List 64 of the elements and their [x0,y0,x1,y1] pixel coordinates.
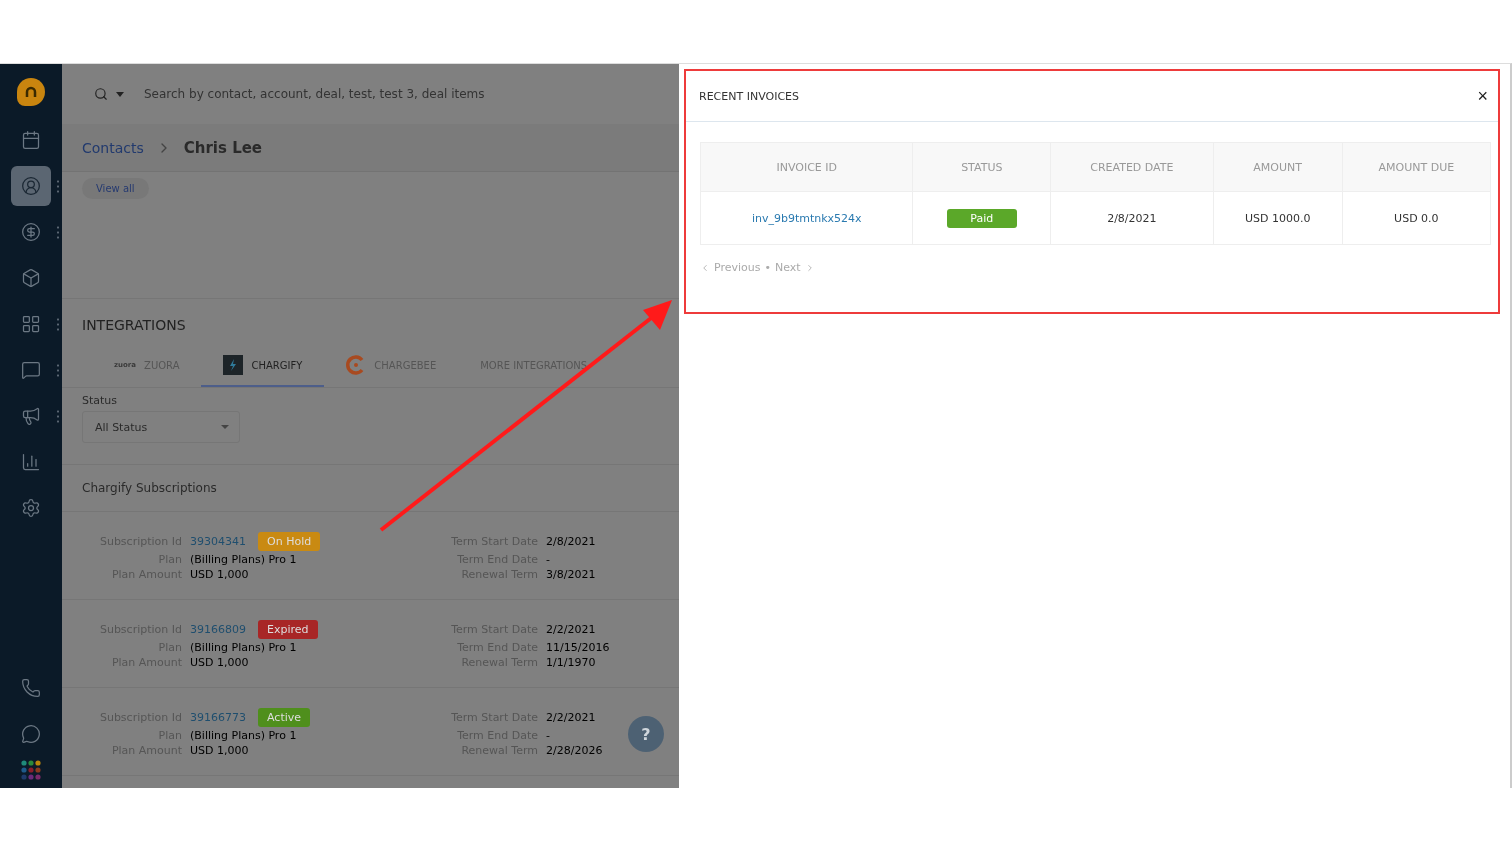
help-button[interactable]: ? [628,716,664,752]
user-icon [21,176,41,196]
chargify-logo [223,355,244,375]
view-all-button[interactable]: View all [82,178,149,199]
invoice-link[interactable]: inv_9b9tmtnkx524x [751,211,862,225]
previous-link[interactable]: Previous [700,261,761,274]
column-header: AMOUNT [1213,142,1343,192]
status-badge: On Hold [258,532,321,551]
field-value: 2/28/2026 [546,744,603,757]
field-value: - [546,553,550,566]
separator-dot: • [764,261,771,274]
field-value: 11/15/2016 [546,641,610,654]
field-label: Status [81,393,119,409]
status-badge: Active [258,708,311,727]
status-select[interactable]: All Status [82,411,240,443]
field-value: USD 1,000 [190,656,249,669]
status-badge: Expired [258,620,318,639]
subscription-id-link[interactable]: 39166773 [190,711,246,724]
search-icon[interactable] [94,87,108,101]
column-header: STATUS [913,142,1051,192]
field-value: 3/8/2021 [546,568,596,581]
close-button[interactable]: × [1473,85,1492,107]
field-value: USD 1,000 [190,568,249,581]
grid-icon [21,314,41,334]
app-logo[interactable] [17,78,45,106]
breadcrumb-link[interactable]: Contacts [82,139,144,156]
field-value: (Billing Plans) Pro 1 [190,641,297,654]
section-title: INTEGRATIONS [81,316,187,333]
chart-icon [21,452,41,472]
table-cell: USD 0.0 [1342,191,1491,245]
settings-icon [21,498,41,518]
field-value: 2/8/2021 [546,535,596,548]
chevron-left-icon [700,262,710,273]
modal-title: RECENT INVOICES [699,89,799,103]
calendar-icon [21,130,41,150]
caret-icon[interactable] [116,91,124,97]
subscription-id-link[interactable]: 39304341 [190,535,246,548]
chat-icon [21,360,41,380]
status-badge: Paid [946,208,1017,228]
field-value: 2/2/2021 [546,711,596,724]
subscriptions-title: Chargify Subscriptions [62,464,679,512]
caret-icon [221,425,229,429]
box-icon [21,268,41,288]
dollar-icon [21,222,41,242]
field-value: 1/1/1970 [546,656,596,669]
subscription-id-link[interactable]: 39166809 [190,623,246,636]
field-value: 2/2/2021 [546,623,596,636]
field-value: USD 1,000 [190,744,249,757]
field-value: - [546,729,550,742]
column-header: CREATED DATE [1050,142,1214,192]
column-header: AMOUNT DUE [1342,142,1491,192]
table-cell: 2/8/2021 [1050,191,1214,245]
breadcrumb-current: Chris Lee [183,138,263,157]
megaphone-icon [21,406,41,426]
integration-tab[interactable]: CHARGIFY [201,347,325,387]
message-icon [21,724,41,744]
search-field[interactable]: Search by contact, account, deal, test, test 3, deal items [142,86,566,102]
column-header: INVOICE ID [700,142,913,192]
field-value: (Billing Plans) Pro 1 [190,553,297,566]
table-cell: USD 1000.0 [1213,191,1343,245]
phone-icon [21,678,41,698]
apps-grid-icon[interactable] [21,760,41,780]
next-link[interactable]: Next [775,261,815,274]
field-value: (Billing Plans) Pro 1 [190,729,297,742]
